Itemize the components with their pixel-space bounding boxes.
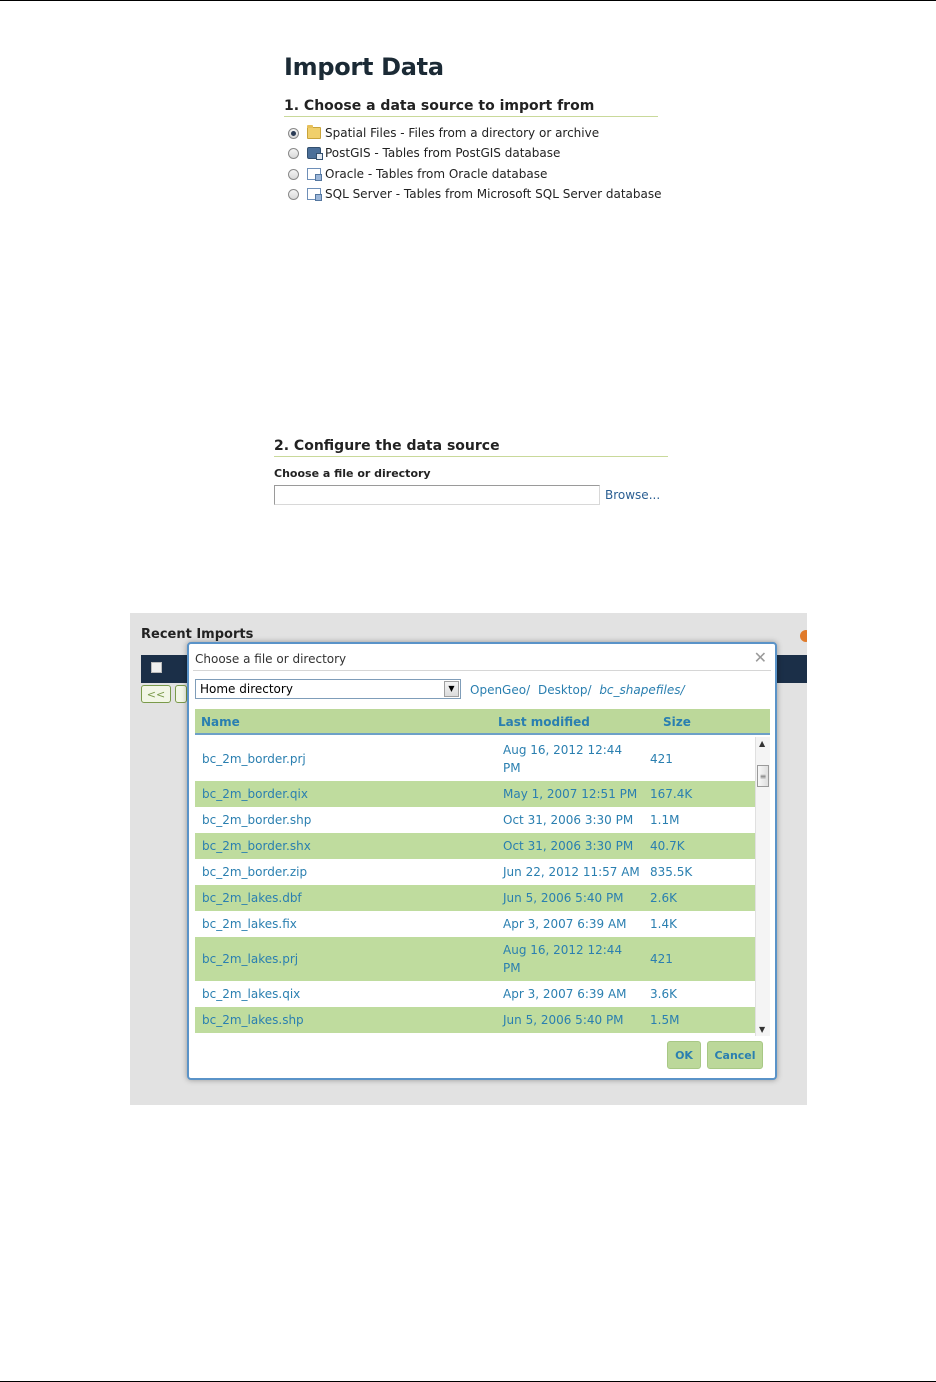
file-name: bc_2m_border.zip [202, 865, 308, 879]
file-size: 421 [650, 952, 673, 966]
file-size: 3.6K [650, 987, 677, 1001]
source-option-oracle[interactable]: Oracle - Tables from Oracle database [288, 165, 547, 183]
pager-first-button[interactable]: << [141, 685, 171, 703]
section-1-divider [284, 116, 658, 117]
table-row[interactable]: bc_2m_lakes.shp Jun 5, 2006 5:40 PM 1.5M [195, 1007, 755, 1033]
file-name: bc_2m_lakes.dbf [202, 891, 302, 905]
table-row[interactable]: bc_2m_border.zip Jun 22, 2012 11:57 AM 8… [195, 859, 755, 885]
source-option-sql-server[interactable]: SQL Server - Tables from Microsoft SQL S… [288, 185, 662, 203]
file-size: 1.1M [650, 813, 680, 827]
database-icon [307, 168, 322, 181]
dialog-title: Choose a file or directory [195, 652, 347, 666]
file-list-scrollbar[interactable]: ▲ ≡ ▼ [755, 737, 770, 1036]
location-select-value: Home directory [200, 682, 293, 696]
section-2-divider [274, 456, 668, 457]
file-size: 835.5K [650, 865, 693, 879]
column-header-modified[interactable]: Last modified [498, 715, 590, 729]
table-row[interactable]: bc_2m_lakes.dbf Jun 5, 2006 5:40 PM 2.6K [195, 885, 755, 911]
cancel-button[interactable]: Cancel [707, 1041, 763, 1069]
table-row[interactable]: bc_2m_lakes.fix Apr 3, 2007 6:39 AM 1.4K [195, 911, 755, 937]
file-table-header: Name Last modified Size [195, 709, 770, 735]
file-name: bc_2m_lakes.prj [202, 952, 299, 966]
database-icon [307, 188, 322, 201]
pager-prev-button[interactable] [175, 685, 187, 703]
source-option-spatial-files[interactable]: Spatial Files - Files from a directory o… [288, 124, 599, 142]
page-title: Import Data [284, 53, 444, 81]
file-name: bc_2m_border.shp [202, 813, 312, 827]
section-1-title: 1. Choose a data source to import from [284, 98, 595, 114]
column-header-size[interactable]: Size [663, 715, 691, 729]
table-row[interactable]: bc_2m_border.prj Aug 16, 2012 12:44 PM 4… [195, 737, 755, 781]
table-row[interactable]: bc_2m_lakes.qix Apr 3, 2007 6:39 AM 3.6K [195, 981, 755, 1007]
table-row[interactable]: bc_2m_border.qix May 1, 2007 12:51 PM 16… [195, 781, 755, 807]
file-name: bc_2m_lakes.qix [202, 987, 301, 1001]
file-size: 1.4K [650, 917, 677, 931]
file-modified: Jun 5, 2006 5:40 PM [503, 1013, 624, 1027]
file-size: 167.4K [650, 787, 693, 801]
source-option-label: PostGIS - Tables from PostGIS database [325, 146, 561, 160]
radio-button[interactable] [288, 188, 299, 200]
table-row[interactable]: bc_2m_lakes.prj Aug 16, 2012 12:44 PM 42… [195, 937, 755, 981]
close-icon[interactable]: ✕ [754, 648, 767, 667]
file-path-input[interactable] [274, 485, 600, 505]
browse-link[interactable]: Browse... [605, 488, 660, 502]
dialog-title-divider [193, 670, 771, 671]
file-list: bc_2m_border.prj Aug 16, 2012 12:44 PM 4… [195, 737, 755, 1036]
source-option-label: Oracle - Tables from Oracle database [325, 167, 548, 181]
source-option-postgis[interactable]: PostGIS - Tables from PostGIS database [288, 144, 560, 162]
file-modified: Apr 3, 2007 6:39 AM [503, 987, 627, 1001]
scroll-up-arrow-icon[interactable]: ▲ [759, 739, 765, 748]
radio-button-selected[interactable] [288, 127, 299, 139]
column-header-name[interactable]: Name [201, 715, 240, 729]
source-option-label: SQL Server - Tables from Microsoft SQL S… [325, 187, 662, 201]
file-modified: Aug 16, 2012 12:44 PM [503, 743, 623, 775]
breadcrumb-item-current[interactable]: bc_shapefiles/ [599, 683, 684, 697]
ok-button[interactable]: OK [667, 1041, 701, 1069]
top-rule [0, 0, 936, 1]
table-row[interactable]: bc_2m_border.shx Oct 31, 2006 3:30 PM 40… [195, 833, 755, 859]
file-size: 40.7K [650, 839, 685, 853]
file-field-label: Choose a file or directory [274, 467, 431, 480]
scroll-down-arrow-icon[interactable]: ▼ [759, 1025, 765, 1034]
folder-icon [307, 125, 321, 139]
table-row[interactable]: bc_2m_border.shp Oct 31, 2006 3:30 PM 1.… [195, 807, 755, 833]
file-modified: Oct 31, 2006 3:30 PM [503, 839, 634, 853]
location-select[interactable]: Home directory ▼ [195, 679, 461, 699]
file-size: 2.6K [650, 891, 677, 905]
radio-button[interactable] [288, 147, 299, 159]
section-2-title: 2. Configure the data source [274, 438, 500, 454]
file-chooser-dialog: Choose a file or directory ✕ Home direct… [187, 642, 777, 1080]
file-modified: Aug 16, 2012 12:44 PM [503, 943, 623, 975]
file-size: 421 [650, 752, 673, 766]
file-modified: Jun 5, 2006 5:40 PM [503, 891, 624, 905]
breadcrumb-item-opengeo[interactable]: OpenGeo/ [470, 683, 530, 697]
file-modified: May 1, 2007 12:51 PM [503, 787, 638, 801]
file-name: bc_2m_border.shx [202, 839, 311, 853]
recent-imports-title: Recent Imports [141, 627, 254, 642]
file-name: bc_2m_lakes.shp [202, 1013, 304, 1027]
breadcrumb: OpenGeo/ Desktop/ bc_shapefiles/ [470, 683, 689, 697]
scroll-thumb[interactable]: ≡ [757, 765, 769, 787]
select-all-checkbox[interactable] [151, 662, 162, 673]
breadcrumb-item-desktop[interactable]: Desktop/ [538, 683, 592, 697]
warning-icon [800, 630, 807, 642]
file-modified: Apr 3, 2007 6:39 AM [503, 917, 627, 931]
postgis-icon [307, 147, 323, 160]
source-option-label: Spatial Files - Files from a directory o… [325, 126, 600, 140]
file-modified: Oct 31, 2006 3:30 PM [503, 813, 634, 827]
file-modified: Jun 22, 2012 11:57 AM [503, 865, 640, 879]
file-name: bc_2m_border.qix [202, 787, 308, 801]
radio-button[interactable] [288, 168, 299, 180]
file-name: bc_2m_lakes.fix [202, 917, 297, 931]
chevron-down-icon[interactable]: ▼ [444, 681, 459, 697]
file-name: bc_2m_border.prj [202, 752, 306, 766]
file-size: 1.5M [650, 1013, 680, 1027]
